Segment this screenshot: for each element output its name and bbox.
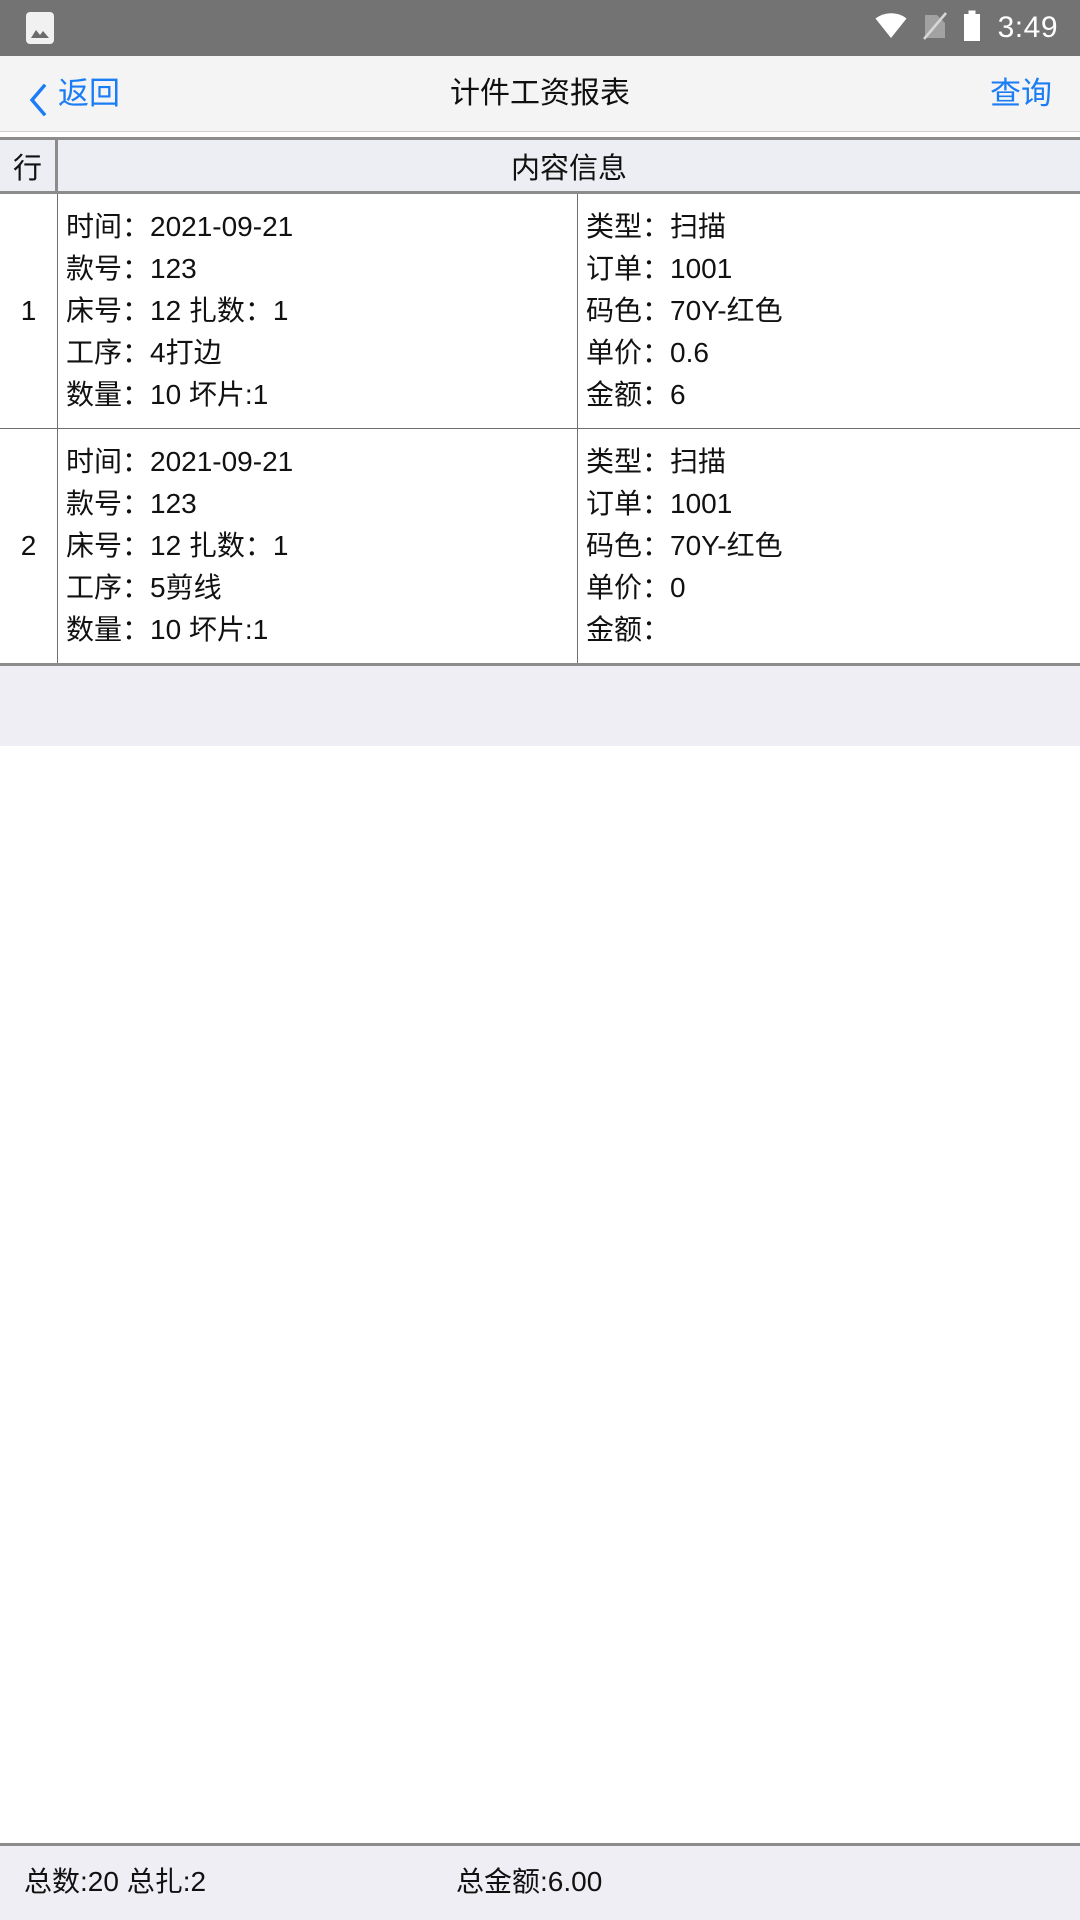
battery-full-icon: [962, 10, 982, 47]
field-style-no: 款号：123: [66, 253, 197, 284]
field-unit-price: 单价：0: [586, 572, 686, 603]
chevron-left-icon: [28, 83, 48, 116]
row-number-cell: 1: [0, 194, 58, 428]
field-bed-no: 床号：12 扎数：1: [66, 295, 289, 326]
status-bar-clock: 3:49: [997, 11, 1058, 44]
row-detail-right-cell: 类型：扫描 订单：1001 码色：70Y-红色 单价：0 金额：: [578, 429, 1080, 663]
table-header-row: 行 内容信息: [0, 140, 1080, 194]
summary-bar: 总数:20 总扎:2 总金额:6.00: [0, 1843, 1080, 1920]
navigation-bar: 返回 计件工资报表 查询: [0, 56, 1080, 132]
page-title: 计件工资报表: [450, 76, 630, 110]
field-style-no: 款号：123: [66, 488, 197, 519]
table-footer-filler: [0, 666, 1080, 746]
field-size-color: 码色：70Y-红色: [586, 295, 783, 326]
table-row[interactable]: 1 时间：2021-09-21 款号：123 床号：12 扎数：1 工序：4打边…: [0, 194, 1080, 429]
status-bar-right: 3:49: [874, 10, 1058, 47]
row-number-cell: 2: [0, 429, 58, 663]
no-sim-card-icon: [922, 11, 948, 46]
field-bed-no: 床号：12 扎数：1: [66, 530, 289, 561]
column-header-row-number: 行: [0, 140, 58, 191]
status-bar: 3:49: [0, 0, 1080, 56]
back-button[interactable]: 返回: [28, 76, 120, 116]
wifi-icon: [874, 12, 908, 44]
field-amount: 金额：6: [586, 379, 686, 410]
field-quantity: 数量：10 坏片:1: [66, 379, 269, 410]
status-bar-left: [26, 12, 54, 44]
row-detail-right-cell: 类型：扫描 订单：1001 码色：70Y-红色 单价：0.6 金额：6: [578, 194, 1080, 428]
field-size-color: 码色：70Y-红色: [586, 530, 783, 561]
field-type: 类型：扫描: [586, 446, 727, 477]
summary-total-count: 总数:20 总扎:2: [24, 1866, 207, 1897]
field-process: 工序：5剪线: [66, 572, 222, 603]
query-button[interactable]: 查询: [990, 78, 1052, 109]
summary-total-amount: 总金额:6.00: [456, 1866, 603, 1897]
field-time: 时间：2021-09-21: [66, 211, 294, 242]
field-process: 工序：4打边: [66, 337, 222, 368]
row-detail-left-cell: 时间：2021-09-21 款号：123 床号：12 扎数：1 工序：5剪线 数…: [58, 429, 578, 663]
image-notification-icon: [26, 12, 54, 44]
back-button-label: 返回: [58, 76, 120, 111]
field-order: 订单：1001: [586, 488, 733, 519]
field-order: 订单：1001: [586, 253, 733, 284]
table-row[interactable]: 2 时间：2021-09-21 款号：123 床号：12 扎数：1 工序：5剪线…: [0, 429, 1080, 663]
field-quantity: 数量：10 坏片:1: [66, 614, 269, 645]
piece-rate-report-table: 行 内容信息 1 时间：2021-09-21 款号：123 床号：12 扎数：1…: [0, 137, 1080, 666]
field-amount: 金额：: [586, 614, 671, 645]
app-screen: 3:49 返回 计件工资报表 查询 行 内容信息 1 时间：2021-09-21…: [0, 0, 1080, 1920]
field-type: 类型：扫描: [586, 211, 727, 242]
column-header-content: 内容信息: [510, 152, 627, 185]
field-unit-price: 单价：0.6: [586, 337, 709, 368]
row-detail-left-cell: 时间：2021-09-21 款号：123 床号：12 扎数：1 工序：4打边 数…: [58, 194, 578, 428]
field-time: 时间：2021-09-21: [66, 446, 294, 477]
